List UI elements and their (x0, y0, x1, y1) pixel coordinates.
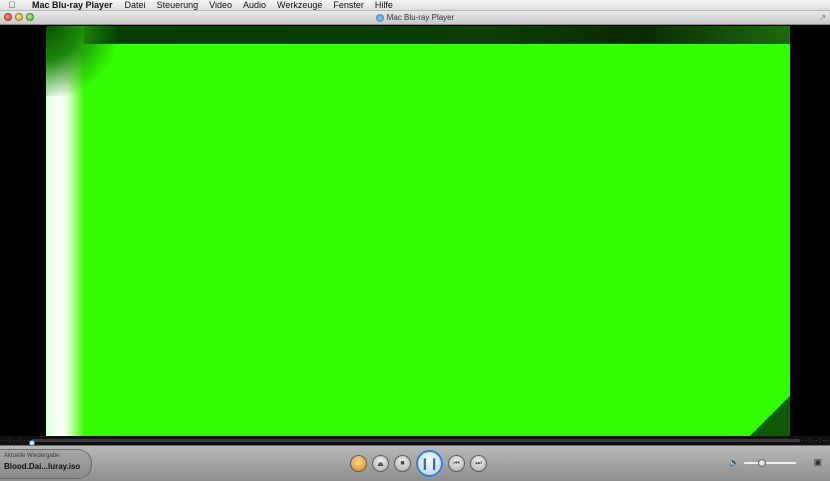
menu-button[interactable]: ⌂ (350, 455, 367, 472)
skip-back-icon: ⏮ (453, 459, 460, 467)
volume-control: 🔈 (729, 458, 796, 467)
menu-hilfe[interactable]: Hilfe (375, 0, 393, 10)
menu-steuerung[interactable]: Steuerung (157, 0, 199, 10)
pause-button[interactable]: ❙❙ (416, 450, 443, 477)
seek-bar-strip: --:--:-- --:--:-- (0, 436, 830, 446)
app-title-icon (375, 13, 384, 22)
menu-fenster[interactable]: Fenster (333, 0, 364, 10)
zoom-window-button[interactable] (26, 13, 34, 21)
menu-video[interactable]: Video (209, 0, 232, 10)
apple-menu-icon[interactable]:  (0, 0, 24, 10)
previous-button[interactable]: ⏮ (448, 455, 465, 472)
now-playing-panel: Aktuelle Wiedergabe Blood.Dai...luray.is… (0, 449, 92, 479)
close-window-button[interactable] (4, 13, 12, 21)
volume-slider[interactable] (744, 458, 796, 467)
time-elapsed: --:--:-- (1, 437, 30, 444)
stop-button[interactable]: ■ (394, 455, 411, 472)
video-viewport[interactable] (0, 26, 830, 436)
eject-button[interactable]: ⏏ (372, 455, 389, 472)
speaker-icon[interactable]: 🔈 (729, 458, 739, 467)
eject-icon: ⏏ (377, 460, 384, 468)
seek-track[interactable] (29, 439, 800, 446)
video-corner-artifact (46, 26, 116, 96)
window-controls (4, 13, 34, 21)
resize-icon[interactable]: ↗ (819, 13, 826, 22)
now-playing-file: Blood.Dai...luray.iso (4, 462, 81, 471)
menu-werkzeuge[interactable]: Werkzeuge (277, 0, 322, 10)
home-icon: ⌂ (356, 460, 361, 467)
pause-icon: ❙❙ (420, 458, 439, 470)
control-bar: Aktuelle Wiedergabe Blood.Dai...luray.is… (0, 445, 830, 481)
skip-forward-icon: ⏭ (475, 459, 482, 467)
menu-bar:  Mac Blu-ray Player Datei Steuerung Vid… (0, 0, 830, 11)
stop-icon: ■ (400, 460, 405, 467)
fullscreen-icon[interactable]: ▣ (813, 457, 822, 468)
now-playing-label: Aktuelle Wiedergabe (4, 453, 60, 459)
playback-buttons: ⌂ ⏏ ■ ❙❙ ⏮ ⏭ (350, 450, 487, 477)
next-button[interactable]: ⏭ (470, 455, 487, 472)
video-top-band (46, 26, 790, 44)
video-frame (46, 26, 790, 436)
volume-knob[interactable] (758, 458, 767, 467)
app-menu[interactable]: Mac Blu-ray Player (32, 0, 113, 10)
time-remaining: --:--:-- (800, 437, 829, 444)
menu-datei[interactable]: Datei (125, 0, 146, 10)
video-corner-artifact-bottom (750, 396, 790, 436)
window-title-bar[interactable]: Mac Blu-ray Player ↗ (0, 11, 830, 25)
window-title: Mac Blu-ray Player (386, 13, 455, 22)
minimize-window-button[interactable] (15, 13, 23, 21)
menu-audio[interactable]: Audio (243, 0, 266, 10)
